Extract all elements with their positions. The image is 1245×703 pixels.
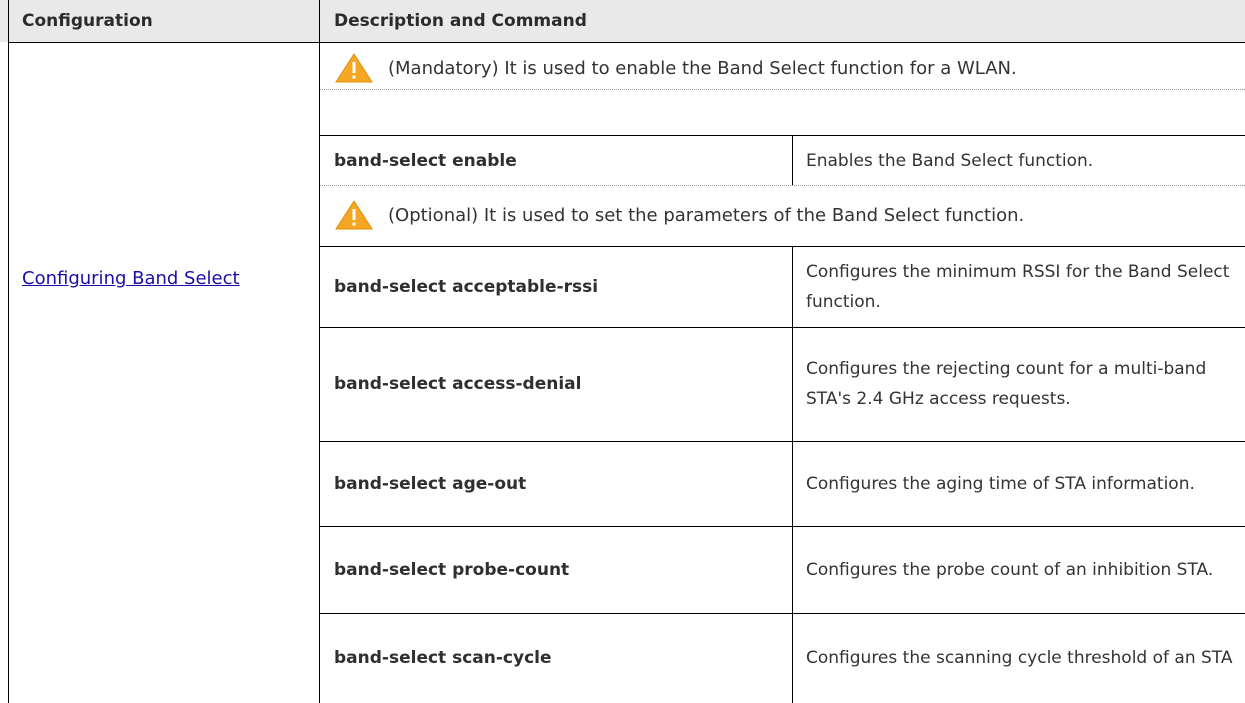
row-rule [320, 89, 1245, 90]
header-bottom-rule [8, 42, 1245, 43]
description-band-select-access-denial: Configures the rejecting count for a mul… [806, 359, 1207, 409]
command-band-select-enable: band-select enable [334, 150, 517, 171]
command-band-select-age-out: band-select age-out [334, 473, 527, 494]
cell-divider-1 [792, 135, 793, 186]
mandatory-note: (Mandatory) It is used to enable the Ban… [334, 47, 1017, 89]
left-border [8, 0, 9, 703]
description-band-select-scan-cycle: Configures the scanning cycle threshold … [806, 648, 1233, 668]
command-band-select-acceptable-rssi: band-select acceptable-rssi [334, 276, 599, 297]
optional-note: (Optional) It is used to set the paramet… [334, 194, 1024, 236]
column-divider [319, 0, 320, 703]
command-band-select-access-denial: band-select access-denial [334, 374, 582, 394]
optional-note-text: (Optional) It is used to set the paramet… [388, 204, 1025, 226]
warning-icon [335, 53, 373, 83]
description-band-select-acceptable-rssi: Configures the minimum RSSI for the Band… [806, 261, 1230, 312]
description-band-select-age-out: Configures the aging time of STA informa… [806, 473, 1195, 494]
table-header: Configuration Description and Command [0, 0, 1245, 42]
warning-icon [335, 200, 373, 230]
description-band-select-enable: Enables the Band Select function. [806, 150, 1094, 171]
cell-divider-2 [792, 246, 793, 703]
configuring-band-select-link[interactable]: Configuring Band Select [22, 265, 312, 293]
description-band-select-probe-count: Configures the probe count of an inhibit… [806, 559, 1214, 580]
mandatory-note-text: (Mandatory) It is used to enable the Ban… [388, 57, 1017, 79]
command-band-select-scan-cycle: band-select scan-cycle [334, 648, 552, 668]
header-configuration: Configuration [22, 11, 153, 31]
configuration-table: Configuration Description and Command Co… [0, 0, 1245, 703]
header-description-command: Description and Command [334, 11, 587, 31]
command-band-select-probe-count: band-select probe-count [334, 559, 570, 580]
